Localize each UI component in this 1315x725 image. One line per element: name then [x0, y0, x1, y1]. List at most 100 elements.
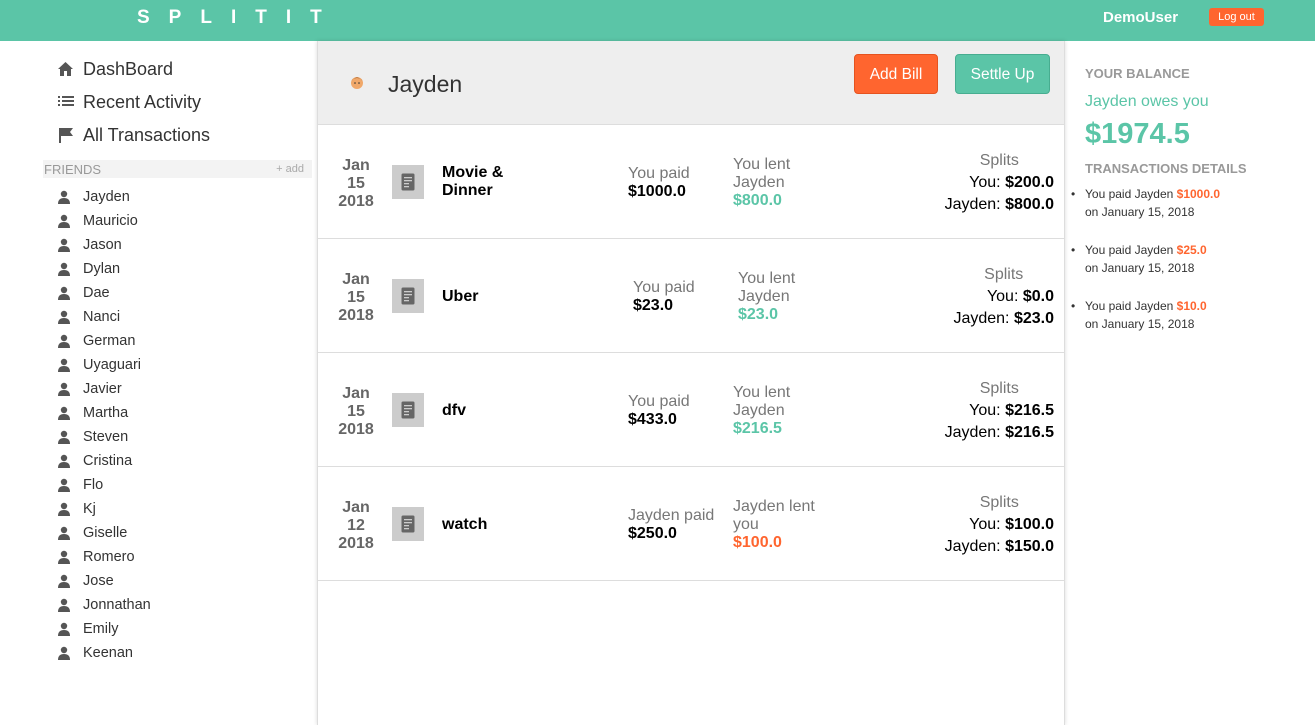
sidebar-friend-item[interactable]: Dae: [57, 284, 110, 302]
friend-name: Jayden: [83, 189, 130, 205]
friend-name: Mauricio: [83, 213, 138, 229]
bill-lent: You lent Jayden $216.5: [733, 384, 843, 438]
bill-row[interactable]: Jan 12 2018 watch Jayden paid $250.0 Jayden le…: [318, 467, 1064, 581]
sidebar-friend-item[interactable]: German: [57, 332, 135, 350]
bill-month: Jan: [342, 499, 370, 516]
top-bar: SPLITIT DemoUser Log out: [0, 0, 1315, 41]
split-you: You: $0.0: [987, 288, 1054, 305]
split-you-label: You:: [969, 402, 1001, 419]
bill-day: 15: [347, 289, 365, 306]
sidebar-friend-item[interactable]: Jonnathan: [57, 596, 151, 614]
friend-name: German: [83, 333, 136, 349]
sidebar-friend-item[interactable]: Keenan: [57, 644, 133, 662]
receipt-icon[interactable]: [392, 165, 424, 199]
bill-month: Jan: [342, 157, 370, 174]
logout-button[interactable]: Log out: [1209, 8, 1264, 26]
sidebar-friend-item[interactable]: Giselle: [57, 524, 127, 542]
split-friend-amount: $216.5: [1005, 424, 1054, 441]
app-logo[interactable]: SPLITIT: [137, 7, 341, 29]
friends-title: FRIENDS: [44, 162, 102, 177]
bill-description: Uber: [442, 288, 479, 305]
bill-day: 15: [347, 175, 365, 192]
split-friend-label: Jayden:: [953, 310, 1010, 327]
bill-description: dfv: [442, 402, 466, 419]
lent-label: You lent Jayden: [733, 156, 791, 191]
transaction-detail-item: You paid Jayden $1000.0 on January 15, 20…: [1071, 185, 1305, 221]
split-friend-label: Jayden:: [944, 196, 1001, 213]
person-icon: [57, 574, 71, 588]
bill-date: Jan 15 2018: [338, 271, 374, 325]
sidebar-friend-item[interactable]: Martha: [57, 404, 128, 422]
bill-paid: You paid $1000.0: [628, 165, 690, 201]
balance-title: YOUR BALANCE: [1085, 66, 1190, 81]
person-icon: [57, 430, 71, 444]
right-sidebar: YOUR BALANCE Jayden owes you $1974.5 TRA…: [1066, 41, 1315, 725]
tx-amount: $25.0: [1176, 243, 1207, 257]
bill-row[interactable]: Jan 15 2018 Movie & Dinner You paid $1000.0 Yo…: [318, 125, 1064, 239]
split-you: You: $216.5: [969, 402, 1054, 419]
tx-date: on January 15, 2018: [1085, 261, 1195, 275]
friend-name: Romero: [83, 549, 135, 565]
split-friend: Jayden: $216.5: [945, 424, 1054, 441]
sidebar-friend-item[interactable]: Jason: [57, 236, 122, 254]
sidebar-friend-item[interactable]: Dylan: [57, 260, 120, 278]
sidebar-friend-item[interactable]: Emily: [57, 620, 118, 638]
receipt-icon[interactable]: [392, 393, 424, 427]
paid-label: You paid: [628, 393, 690, 410]
sidebar-friend-item[interactable]: Steven: [57, 428, 128, 446]
splits-title: Splits: [979, 494, 1019, 511]
add-friend-link[interactable]: + add: [276, 163, 304, 175]
settle-up-button[interactable]: Settle Up: [955, 54, 1050, 94]
tx-date: on January 15, 2018: [1085, 317, 1195, 331]
sidebar-friend-item[interactable]: Javier: [57, 380, 122, 398]
friend-name: Steven: [83, 429, 129, 445]
person-icon: [57, 526, 71, 540]
balance-amount: $1974.5: [1085, 118, 1190, 150]
nav-recent-activity[interactable]: Recent Activity: [57, 91, 201, 113]
flag-icon: [57, 127, 74, 144]
sidebar-friend-item[interactable]: Mauricio: [57, 212, 138, 230]
person-icon: [57, 358, 71, 372]
nav-dashboard[interactable]: DashBoard: [57, 58, 173, 80]
splits-title: Splits: [979, 380, 1019, 397]
person-icon: [57, 598, 71, 612]
sidebar-friend-item[interactable]: Romero: [57, 548, 135, 566]
split-friend: Jayden: $150.0: [945, 538, 1054, 555]
sidebar-friend-item[interactable]: Jose: [57, 572, 114, 590]
sidebar-friend-item[interactable]: Uyaguari: [57, 356, 141, 374]
bill-date: Jan 15 2018: [338, 385, 374, 439]
bill-lent: You lent Jayden $23.0: [738, 270, 848, 324]
paid-amount: $1000.0: [628, 183, 686, 200]
friends-header: FRIENDS + add: [43, 160, 312, 178]
bill-row[interactable]: Jan 15 2018 Uber You paid $23.0 You lent Jayde…: [318, 239, 1064, 353]
add-bill-button[interactable]: Add Bill: [854, 54, 938, 94]
sidebar-friend-item[interactable]: Jayden: [57, 188, 130, 206]
transaction-detail-item: You paid Jayden $10.0 on January 15, 2018: [1071, 297, 1305, 333]
person-icon: [57, 190, 71, 204]
receipt-icon[interactable]: [392, 507, 424, 541]
friend-name: Javier: [83, 381, 122, 397]
list-icon: [57, 94, 74, 111]
person-icon: [57, 286, 71, 300]
sidebar-friend-item[interactable]: Kj: [57, 500, 96, 518]
nav-all-transactions-label: All Transactions: [83, 124, 211, 145]
split-friend: Jayden: $23.0: [953, 310, 1054, 327]
tx-date: on January 15, 2018: [1085, 205, 1195, 219]
person-icon: [57, 406, 71, 420]
person-icon: [57, 646, 71, 660]
bill-row[interactable]: Jan 15 2018 dfv You paid $433.0 You lent Jayde…: [318, 353, 1064, 467]
sidebar-friend-item[interactable]: Nanci: [57, 308, 120, 326]
nav-all-transactions[interactable]: All Transactions: [57, 124, 210, 146]
sidebar-friend-item[interactable]: Flo: [57, 476, 103, 494]
bill-description: watch: [442, 516, 488, 533]
balance-status: Jayden owes you: [1085, 93, 1209, 110]
transaction-detail-item: You paid Jayden $25.0 on January 15, 2018: [1071, 241, 1305, 277]
bill-year: 2018: [338, 193, 374, 210]
receipt-icon[interactable]: [392, 279, 424, 313]
split-friend-amount: $150.0: [1005, 538, 1054, 555]
friend-name: Dylan: [83, 261, 121, 277]
person-icon: [57, 622, 71, 636]
sidebar-friend-item[interactable]: Cristina: [57, 452, 132, 470]
bill-splits: Splits You: $200.0 Jayden: $800.0: [945, 150, 1054, 216]
split-you-label: You:: [969, 174, 1001, 191]
